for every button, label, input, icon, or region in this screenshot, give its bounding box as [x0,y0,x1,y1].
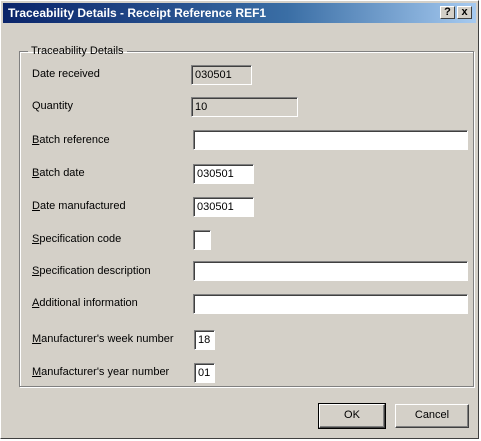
date-received-field: 030501 [191,65,252,85]
quantity-field: 10 [191,97,298,117]
date-manufactured-label: Date manufactured [32,200,126,212]
help-button[interactable]: ? [440,6,455,19]
window-title: Traceability Details - Receipt Reference… [8,6,267,20]
manufacturers-week-number-label: Manufacturer's week number [32,333,174,345]
close-icon: x [461,6,468,18]
specification-description-label: Specification description [32,265,151,277]
specification-code-label: Specification code [32,233,122,245]
help-icon: ? [444,6,451,18]
specification-code-input[interactable] [193,230,211,250]
close-button[interactable]: x [457,6,472,19]
manufacturers-year-number-label: Manufacturer's year number [32,366,170,378]
title-bar[interactable]: Traceability Details - Receipt Reference… [3,3,476,23]
traceability-dialog: Traceability Details - Receipt Reference… [0,0,479,439]
date-manufactured-input[interactable]: 030501 [193,197,254,217]
ok-button[interactable]: OK [318,403,386,429]
manufacturers-year-number-input[interactable]: 01 [194,363,215,383]
manufacturers-week-number-input[interactable]: 18 [194,330,215,350]
additional-information-input[interactable] [193,294,468,314]
specification-description-input[interactable] [193,261,468,281]
additional-information-label: Additional information [32,297,138,309]
batch-reference-input[interactable] [193,130,468,150]
group-legend: Traceability Details [31,45,124,57]
batch-reference-label: Batch reference [32,134,110,146]
cancel-button[interactable]: Cancel [395,404,469,428]
quantity-label: Quantity [32,100,73,112]
date-received-label: Date received [32,68,100,80]
batch-date-label: Batch date [32,167,85,179]
batch-date-input[interactable]: 030501 [193,164,254,184]
